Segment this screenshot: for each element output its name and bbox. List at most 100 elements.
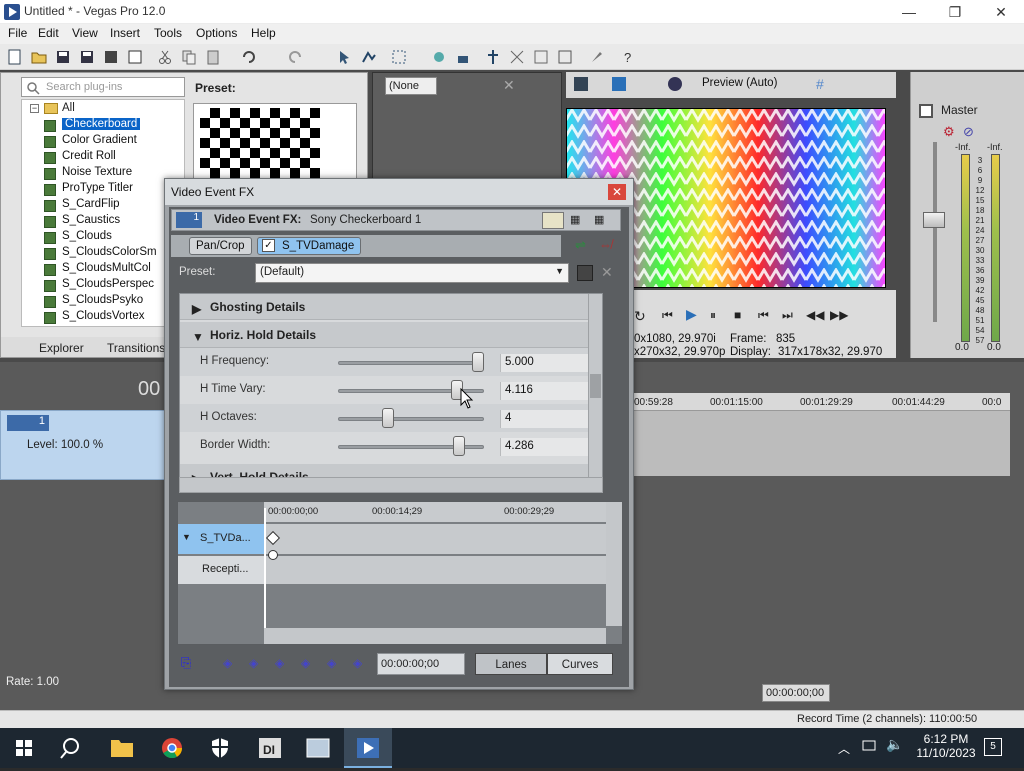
- h-octaves-track[interactable]: [338, 417, 484, 421]
- copy-icon[interactable]: [180, 48, 198, 66]
- keyframe-point-icon[interactable]: [268, 550, 278, 560]
- transport-prev-icon[interactable]: ⏮: [758, 308, 769, 323]
- selection-tool-icon[interactable]: [390, 48, 408, 66]
- zoom-tool-icon[interactable]: [556, 48, 574, 66]
- app-icon[interactable]: [294, 728, 342, 768]
- auto-ripple-icon[interactable]: [430, 48, 448, 66]
- auto-crossfade-icon[interactable]: [508, 48, 526, 66]
- undo-icon[interactable]: [240, 48, 258, 66]
- transport-prev-frame-icon[interactable]: ◀◀: [806, 308, 824, 322]
- dialog-title-bar[interactable]: Video Event FX: [165, 179, 633, 205]
- menu-file[interactable]: File: [8, 26, 27, 40]
- keyframe-ruler[interactable]: 00:00:00;00 00:00:14;29 00:00:29;29: [264, 502, 606, 522]
- plugin-item[interactable]: S_Clouds: [44, 230, 112, 246]
- plugin-item[interactable]: S_CloudsPsyko: [44, 294, 143, 310]
- open-icon[interactable]: [30, 48, 48, 66]
- add-keyframe-icon[interactable]: ◈: [327, 656, 336, 670]
- plugin-item[interactable]: Credit Roll: [44, 150, 116, 166]
- view-triple-icon[interactable]: ▦: [594, 213, 604, 226]
- new-icon[interactable]: [6, 48, 24, 66]
- remove-plugin-icon[interactable]: ⇎: [599, 237, 612, 252]
- ignore-grouping-icon[interactable]: [532, 48, 550, 66]
- start-icon[interactable]: [0, 728, 48, 768]
- dialog-close-button[interactable]: ✕: [608, 184, 626, 200]
- clock[interactable]: 6:12 PM 11/10/2023: [914, 732, 978, 760]
- border-width-slider[interactable]: [453, 436, 466, 456]
- lane-name-s-tvdamage[interactable]: ▼ S_TVDa...: [178, 524, 264, 554]
- cursor-line[interactable]: [264, 508, 266, 636]
- file-explorer-icon[interactable]: [98, 728, 146, 768]
- plugin-item[interactable]: S_CloudsColorSm: [44, 246, 157, 262]
- preset-dropdown[interactable]: (Default) ▼: [255, 263, 569, 283]
- menu-view[interactable]: View: [72, 26, 98, 40]
- prev-keyframe-icon[interactable]: ◈: [249, 656, 258, 670]
- keyframe-horizontal-scrollbar[interactable]: [264, 628, 606, 644]
- video-track-header[interactable]: 1 Level: 100.0 %: [0, 410, 170, 480]
- h-frequency-track[interactable]: [338, 361, 484, 365]
- external-monitor-icon[interactable]: [612, 77, 626, 91]
- snapping-icon[interactable]: [484, 48, 502, 66]
- plugin-item[interactable]: Color Gradient: [44, 134, 137, 150]
- plugin-chain-icon[interactable]: ⇌: [575, 237, 586, 253]
- redo-icon[interactable]: [286, 48, 304, 66]
- properties-icon[interactable]: [126, 48, 144, 66]
- view-single-icon[interactable]: [542, 212, 564, 229]
- davinci-icon[interactable]: DI: [246, 728, 294, 768]
- close-icon[interactable]: ✕: [503, 77, 515, 94]
- plugin-item[interactable]: S_CloudsPerspec: [44, 278, 154, 294]
- group-horiz-hold[interactable]: ▼ Horiz. Hold Details: [180, 322, 602, 348]
- plugin-item[interactable]: S_Caustics: [44, 214, 120, 230]
- project-properties-icon[interactable]: [574, 77, 588, 91]
- menu-options[interactable]: Options: [196, 26, 237, 40]
- timeline-ruler[interactable]: 00:59:28 00:01:15:00 00:01:29:29 00:01:4…: [630, 393, 1010, 411]
- save-preset-icon[interactable]: [577, 265, 593, 281]
- shield-icon[interactable]: [196, 728, 244, 768]
- lock-envelopes-icon[interactable]: [454, 48, 472, 66]
- keyframe-vertical-scrollbar[interactable]: [606, 502, 622, 626]
- chain-s-tvdamage[interactable]: ✓ S_TVDamage: [257, 237, 362, 255]
- transport-next-frame-icon[interactable]: ▶▶: [830, 308, 848, 322]
- sync-cursor-icon[interactable]: ⎘: [181, 655, 191, 671]
- plugin-tree[interactable]: − All Checkerboard Color Gradient Credit…: [21, 99, 185, 327]
- plugin-item[interactable]: S_CardFlip: [44, 198, 120, 214]
- plugin-item[interactable]: Noise Texture: [44, 166, 132, 182]
- plugin-item[interactable]: S_CloudsMultCol: [44, 262, 151, 278]
- plugin-item[interactable]: S_CloudsVortex: [44, 310, 144, 326]
- menu-tools[interactable]: Tools: [154, 26, 182, 40]
- h-octaves-slider[interactable]: [382, 408, 395, 428]
- render-icon[interactable]: [102, 48, 120, 66]
- group-ghosting[interactable]: ▶ Ghosting Details: [180, 294, 602, 320]
- scroll-thumb[interactable]: [590, 374, 601, 398]
- transport-play-start-icon[interactable]: ⏮: [662, 308, 673, 323]
- video-fx-icon[interactable]: [668, 77, 682, 91]
- transport-play-icon[interactable]: ▶: [686, 306, 697, 323]
- menu-edit[interactable]: Edit: [38, 26, 59, 40]
- vegas-icon[interactable]: [344, 728, 392, 768]
- transport-stop-icon[interactable]: ■: [734, 308, 741, 322]
- trimmer-dropdown[interactable]: (None: [385, 77, 437, 95]
- plugin-item[interactable]: Checkerboard: [44, 118, 141, 134]
- transport-pause-icon[interactable]: ⏸: [710, 308, 716, 323]
- network-icon[interactable]: [862, 738, 878, 754]
- save-as-icon[interactable]: [78, 48, 96, 66]
- maximize-button[interactable]: ❐: [932, 0, 978, 24]
- keyframe-timecode[interactable]: 00:00:00;00: [377, 653, 465, 675]
- chain-pan-crop[interactable]: Pan/Crop: [189, 237, 252, 255]
- notifications-icon[interactable]: 5: [984, 738, 1002, 756]
- mute-icon[interactable]: ⊘: [963, 124, 974, 140]
- tree-root-all[interactable]: All: [62, 102, 75, 114]
- next-keyframe-icon[interactable]: ◈: [275, 656, 284, 670]
- h-frequency-slider[interactable]: [472, 352, 484, 372]
- overlays-icon[interactable]: #: [816, 76, 824, 92]
- master-fx-icon[interactable]: ⚙: [943, 124, 955, 140]
- volume-icon[interactable]: 🔈: [886, 736, 903, 753]
- minimize-button[interactable]: —: [886, 0, 932, 24]
- tray-chevron-icon[interactable]: ︿: [838, 740, 850, 757]
- save-icon[interactable]: [54, 48, 72, 66]
- collapse-icon[interactable]: −: [30, 104, 39, 113]
- normal-edit-tool-icon[interactable]: [336, 48, 354, 66]
- delete-preset-icon[interactable]: ✕: [601, 264, 613, 281]
- chrome-icon[interactable]: [148, 728, 196, 768]
- close-button[interactable]: ✕: [978, 0, 1024, 24]
- checkbox-icon[interactable]: ✓: [262, 239, 275, 252]
